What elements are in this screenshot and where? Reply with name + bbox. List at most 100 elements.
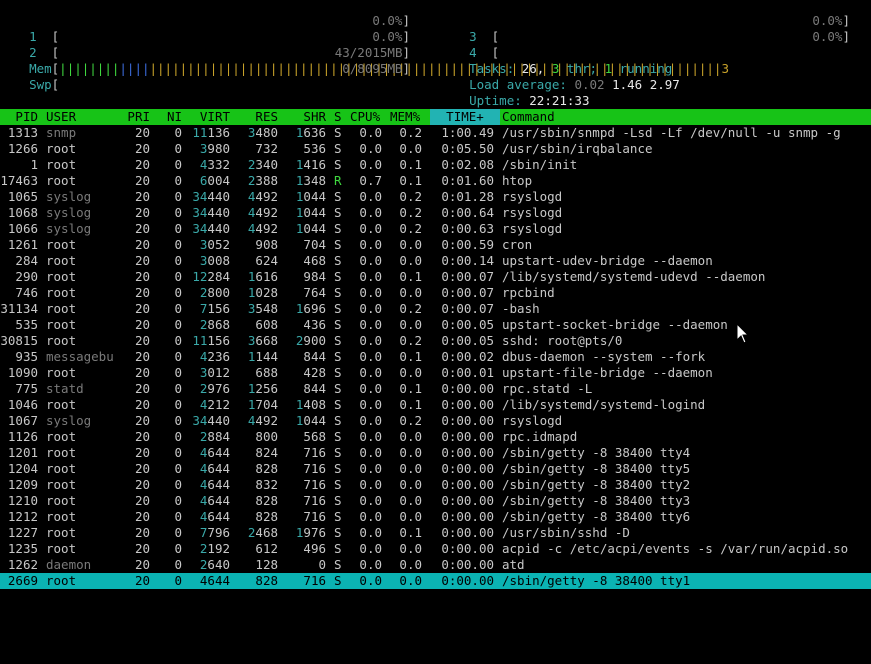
cell-pid: 1262: [7, 557, 38, 572]
process-row[interactable]: 1 root 20 0 4332 2340 1416 S 0.0 0.1 0:02.08/sbin/…: [0, 157, 871, 173]
process-row[interactable]: 1204 root 20 0 4644 828 716 S 0.0 0.0 0:00.00/sbin…: [0, 461, 871, 477]
cell-ni: 0: [174, 285, 182, 300]
process-row[interactable]: 1065 syslog 20 0 34440 4492 1044 S 0.0 0.2 0:01.28…: [0, 189, 871, 205]
process-row[interactable]: 1201 root 20 0 4644 824 716 S 0.0 0.0 0:00.00/sbin…: [0, 445, 871, 461]
cell-cpu: 0.0: [359, 285, 382, 300]
cpu-meter-value: 0.0%]: [372, 29, 410, 44]
cell-pri: 20: [134, 397, 150, 412]
cell-s: S: [334, 333, 342, 348]
process-row[interactable]: 1313 snmp 20 0 11136 3480 1636 S 0.0 0.2 1:00.49/u…: [0, 125, 871, 141]
process-row[interactable]: 1209 root 20 0 4644 832 716 S 0.0 0.0 0:00.00/sbin…: [0, 477, 871, 493]
cell-user: root: [46, 253, 77, 268]
process-row[interactable]: 1227 root 20 0 7796 2468 1976 S 0.0 0.1 0:00.00/us…: [0, 525, 871, 541]
process-row[interactable]: 1067 syslog 20 0 34440 4492 1044 S 0.0 0.2 0:00.00…: [0, 413, 871, 429]
cell-pid: 1266: [7, 141, 38, 156]
column-time-sorted[interactable]: TIME+: [430, 109, 500, 125]
cell-mem: 0.0: [399, 285, 422, 300]
cell-cpu: 0.0: [359, 573, 382, 588]
cell-cpu: 0.0: [359, 429, 382, 444]
cell-shr: 716: [303, 573, 326, 588]
cell-virt: 4644: [199, 509, 230, 524]
process-row[interactable]: 17463 root 20 0 6004 2388 1348 R 0.7 0.1 0:01.60 ht…: [0, 173, 871, 189]
swap-meter-value: 0/8095MB]: [342, 61, 410, 76]
process-row[interactable]: 746 root 20 0 2800 1028 764 S 0.0 0.0 0:00.07 rpcbi…: [0, 285, 871, 301]
column-virt[interactable]: VIRT: [186, 109, 230, 125]
cell-ni: 0: [174, 141, 182, 156]
cell-cpu: 0.0: [359, 333, 382, 348]
cell-virt: 34440: [192, 205, 230, 220]
process-table-header: PID USER PRI NI VIRT RES SHR S CPU% MEM%…: [0, 109, 871, 125]
cell-virt: 4644: [199, 477, 230, 492]
cell-ni: 0: [174, 173, 182, 188]
process-row[interactable]: 1046 root 20 0 4212 1704 1408 S 0.0 0.1 0:00.00/li…: [0, 397, 871, 413]
cell-pid: 1209: [7, 477, 38, 492]
cell-ni: 0: [174, 477, 182, 492]
process-row[interactable]: 1212 root 20 0 4644 828 716 S 0.0 0.0 0:00.00/sbin…: [0, 509, 871, 525]
column-ni[interactable]: NI: [160, 109, 182, 125]
process-row[interactable]: 1126 root 20 0 2884 800 568 S 0.0 0.0 0:00.00 rpc.i…: [0, 429, 871, 445]
column-pri[interactable]: PRI: [122, 109, 150, 125]
process-row[interactable]: 1235 root 20 0 2192 612 496 S 0.0 0.0 0:00.00 acpid…: [0, 541, 871, 557]
cell-res: 828: [255, 493, 278, 508]
cell-pid: 1126: [7, 429, 38, 444]
process-row[interactable]: 1262 daemon 20 0 2640 128 0 S 0.0 0.0 0:00.00 atd: [0, 557, 871, 573]
column-state[interactable]: S: [334, 109, 342, 125]
process-row[interactable]: 1068 syslog 20 0 34440 4492 1044 S 0.0 0.2 0:00.64…: [0, 205, 871, 221]
column-shr[interactable]: SHR: [286, 109, 326, 125]
process-row[interactable]: 935 messagebu 20 0 4236 1144 844 S 0.0 0.1 0:00.02…: [0, 349, 871, 365]
process-row[interactable]: 1266 root 20 0 3980 732 536 S 0.0 0.0 0:05.50/usr/…: [0, 141, 871, 157]
cell-mem: 0.1: [399, 349, 422, 364]
cell-s: S: [334, 301, 342, 316]
column-cpu[interactable]: CPU%: [350, 109, 380, 125]
cell-shr: 1044: [295, 413, 326, 428]
column-user[interactable]: USER: [46, 109, 76, 125]
cell-time: 0:00.00: [441, 397, 494, 412]
cpu-meter-value: 0.0%]: [812, 29, 850, 44]
process-row[interactable]: 290 root 20 0 12284 1616 984 S 0.0 0.1 0:00.07/lib…: [0, 269, 871, 285]
cell-pri: 20: [134, 541, 150, 556]
process-row[interactable]: 1090 root 20 0 3012 688 428 S 0.0 0.0 0:00.01 upsta…: [0, 365, 871, 381]
cell-virt: 2192: [199, 541, 230, 556]
load-average: Load average: 0.02 1.46 2.97: [469, 77, 680, 92]
cell-pri: 20: [134, 157, 150, 172]
cell-ni: 0: [174, 189, 182, 204]
cell-time: 0:00.00: [441, 445, 494, 460]
cell-cmd: upstart-file-bridge --daemon: [502, 365, 713, 380]
process-row[interactable]: 1261 root 20 0 3052 908 704 S 0.0 0.0 0:00.59 cron: [0, 237, 871, 253]
memory-meter-value: 43/2015MB]: [334, 45, 410, 60]
cell-virt: 3980: [199, 141, 230, 156]
column-mem[interactable]: MEM%: [390, 109, 420, 125]
cell-res: 2468: [247, 525, 278, 540]
column-res[interactable]: RES: [240, 109, 278, 125]
cell-mem: 0.2: [399, 301, 422, 316]
process-row[interactable]: 775 statd 20 0 2976 1256 844 S 0.0 0.1 0:00.00 rpc.…: [0, 381, 871, 397]
cell-cpu: 0.0: [359, 461, 382, 476]
process-row[interactable]: 1210 root 20 0 4644 828 716 S 0.0 0.0 0:00.00/sbin…: [0, 493, 871, 509]
cell-mem: 0.0: [399, 509, 422, 524]
column-pid[interactable]: PID: [0, 109, 38, 125]
cell-pri: 20: [134, 141, 150, 156]
cell-time: 0:00.59: [441, 237, 494, 252]
cell-ni: 0: [174, 221, 182, 236]
cell-mem: 0.0: [399, 317, 422, 332]
cell-res: 828: [255, 461, 278, 476]
cell-user: root: [46, 157, 77, 172]
cell-time: 0:00.00: [441, 429, 494, 444]
cell-time: 0:00.05: [441, 333, 494, 348]
cell-res: 4492: [247, 221, 278, 236]
cell-res: 688: [255, 365, 278, 380]
cell-ni: 0: [174, 205, 182, 220]
cell-mem: 0.0: [399, 365, 422, 380]
cell-cmd: htop: [502, 173, 533, 188]
column-command[interactable]: Command: [502, 109, 555, 125]
process-row[interactable]: 31134 root 20 0 7156 3548 1696 S 0.0 0.2 0:00.07 -b…: [0, 301, 871, 317]
cell-shr: 1348: [295, 173, 326, 188]
process-row[interactable]: 284 root 20 0 3008 624 468 S 0.0 0.0 0:00.14 upstar…: [0, 253, 871, 269]
cell-res: 3480: [247, 125, 278, 140]
process-row[interactable]: 1066 syslog 20 0 34440 4492 1044 S 0.0 0.2 0:00.63…: [0, 221, 871, 237]
cell-mem: 0.2: [399, 125, 422, 140]
cell-pri: 20: [134, 253, 150, 268]
cell-ni: 0: [174, 493, 182, 508]
cpu-meter-value: 0.0%]: [372, 13, 410, 28]
process-row-selected[interactable]: 2669 root 20 0 4644 828 716 S 0.0 0.0 0:00.00/sbin…: [0, 573, 871, 589]
